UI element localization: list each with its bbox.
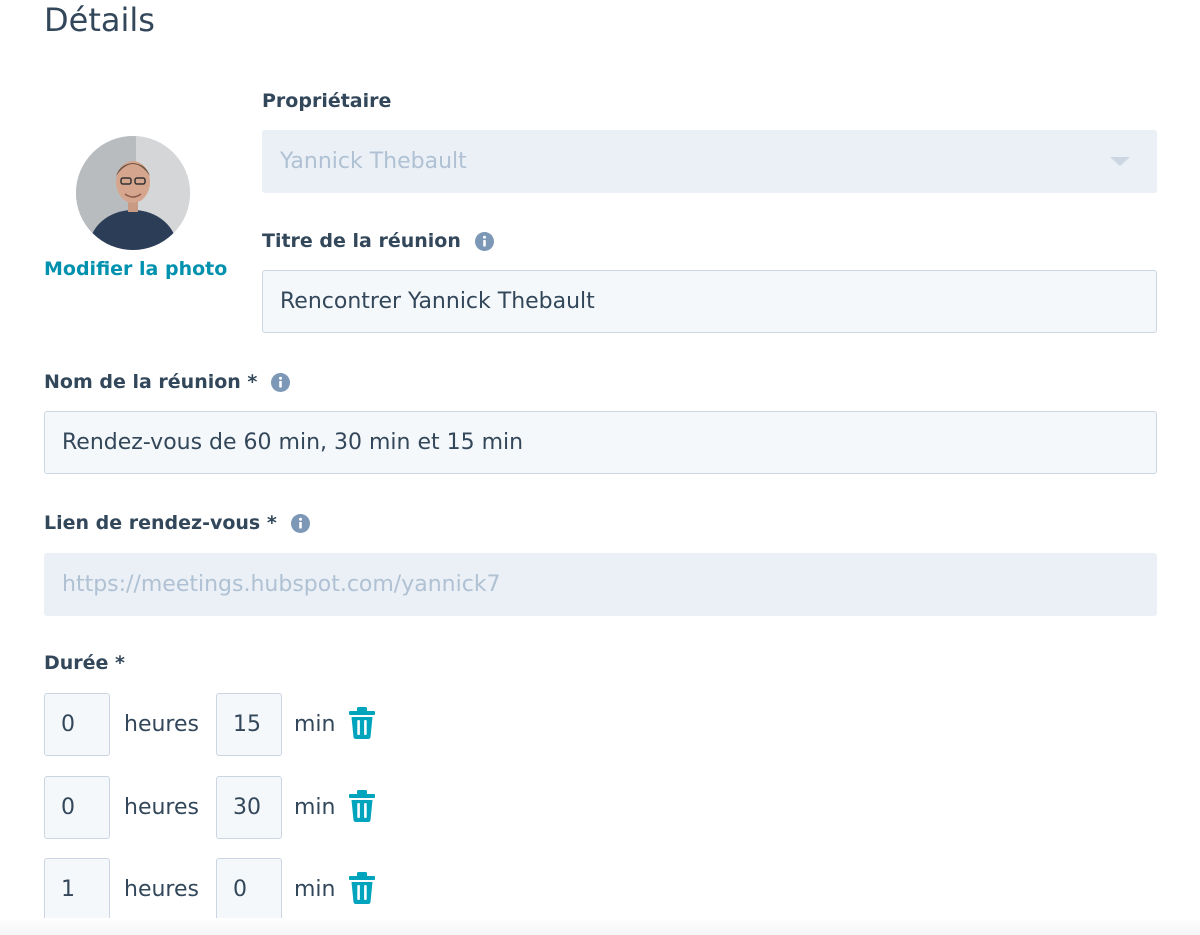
minutes-unit-label: min bbox=[294, 712, 336, 737]
owner-select[interactable]: Yannick Thebault bbox=[262, 130, 1157, 193]
meeting-name-label: Nom de la réunion * bbox=[44, 371, 291, 393]
meeting-link-placeholder: https://meetings.hubspot.com/yannick7 bbox=[62, 572, 501, 597]
meeting-name-value: Rendez-vous de 60 min, 30 min et 15 min bbox=[62, 430, 524, 455]
owner-label: Propriétaire bbox=[262, 90, 391, 112]
meeting-title-input[interactable]: Rencontrer Yannick Thebault bbox=[262, 270, 1157, 333]
owner-label-text: Propriétaire bbox=[262, 90, 392, 112]
trash-icon[interactable] bbox=[349, 707, 375, 739]
hours-unit-label: heures bbox=[124, 877, 199, 902]
bottom-divider bbox=[0, 918, 1200, 935]
avatar bbox=[76, 136, 190, 250]
trash-icon[interactable] bbox=[349, 872, 375, 904]
minutes-unit-label: min bbox=[294, 795, 336, 820]
meeting-title-label-text: Titre de la réunion bbox=[262, 230, 461, 252]
minutes-input[interactable]: 15 bbox=[216, 693, 282, 756]
meeting-link-label: Lien de rendez-vous * bbox=[44, 512, 310, 534]
minutes-input[interactable]: 0 bbox=[216, 858, 282, 921]
hours-unit-label: heures bbox=[124, 795, 199, 820]
hours-unit-label: heures bbox=[124, 712, 199, 737]
page-title: Détails bbox=[44, 1, 155, 39]
info-icon[interactable] bbox=[474, 231, 494, 251]
hours-input[interactable]: 1 bbox=[44, 858, 110, 921]
info-icon[interactable] bbox=[290, 513, 310, 533]
meeting-name-input[interactable]: Rendez-vous de 60 min, 30 min et 15 min bbox=[44, 411, 1157, 474]
meeting-title-label: Titre de la réunion bbox=[262, 230, 494, 252]
info-icon[interactable] bbox=[271, 372, 291, 392]
hours-input[interactable]: 0 bbox=[44, 776, 110, 839]
caret-down-icon bbox=[1110, 157, 1130, 166]
duration-row: 0 heures 15 min bbox=[44, 693, 444, 756]
meeting-link-input[interactable]: https://meetings.hubspot.com/yannick7 bbox=[44, 553, 1157, 616]
meeting-title-value: Rencontrer Yannick Thebault bbox=[280, 289, 595, 314]
minutes-input[interactable]: 30 bbox=[216, 776, 282, 839]
edit-photo-link[interactable]: Modifier la photo bbox=[44, 258, 227, 280]
duration-label-text: Durée * bbox=[44, 652, 125, 674]
duration-row: 1 heures 0 min bbox=[44, 858, 444, 921]
hours-input[interactable]: 0 bbox=[44, 693, 110, 756]
minutes-unit-label: min bbox=[294, 877, 336, 902]
duration-label: Durée * bbox=[44, 652, 125, 674]
duration-row: 0 heures 30 min bbox=[44, 776, 444, 839]
meeting-link-label-text: Lien de rendez-vous * bbox=[44, 512, 277, 534]
owner-select-value: Yannick Thebault bbox=[280, 149, 467, 174]
trash-icon[interactable] bbox=[349, 790, 375, 822]
meeting-name-label-text: Nom de la réunion * bbox=[44, 371, 258, 393]
